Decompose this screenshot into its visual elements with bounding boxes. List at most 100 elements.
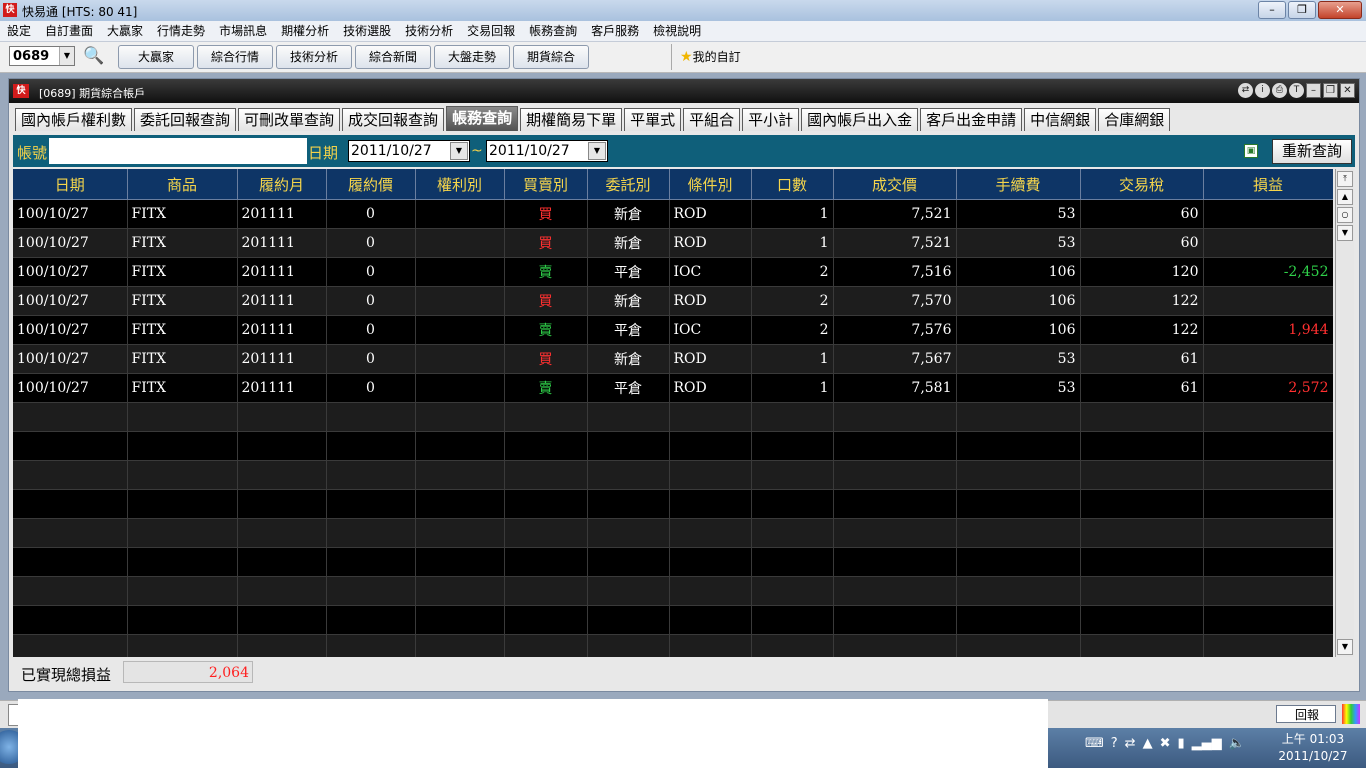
tray-expand-icon[interactable]: ▲ <box>1143 736 1153 751</box>
toolbar-button-big-winner[interactable]: 大贏家 <box>118 45 194 69</box>
scroll-up-icon[interactable]: ▲ <box>1337 189 1353 205</box>
link-icon[interactable]: ⇄ <box>1238 83 1253 98</box>
palette-icon[interactable] <box>1342 704 1360 724</box>
menu-trade-reports[interactable]: 交易回報 <box>460 21 522 41</box>
empty-table-row[interactable] <box>13 402 1333 432</box>
empty-table-row[interactable] <box>13 605 1333 635</box>
table-row[interactable]: 100/10/27 FITX 201111 0 賣平倉 IOC 2 7,516 106 120 -2… <box>13 257 1333 287</box>
scroll-top-icon[interactable]: ⤒ <box>1337 171 1353 187</box>
account-input[interactable] <box>49 138 307 164</box>
col-contract-month[interactable]: 履約月 <box>237 169 327 200</box>
empty-table-row[interactable] <box>13 460 1333 490</box>
menu-help[interactable]: 檢視說明 <box>646 21 708 41</box>
date-from-select[interactable]: 2011/10/27 ▼ <box>348 140 470 162</box>
chevron-down-icon[interactable]: ▼ <box>450 142 468 160</box>
tab-order-report[interactable]: 委託回報查詢 <box>134 108 237 131</box>
toolbar-button-futures[interactable]: 期貨綜合 <box>513 45 589 69</box>
chevron-down-icon[interactable]: ▼ <box>588 142 606 160</box>
toolbar-button-quotes[interactable]: 綜合行情 <box>197 45 273 69</box>
table-row[interactable]: 100/10/27 FITX 201111 0 賣平倉 ROD 1 7,581 53 61 2,57… <box>13 373 1333 403</box>
tab-close-combo[interactable]: 平組合 <box>683 108 741 131</box>
ime-icon[interactable]: ⇄ <box>1125 736 1136 751</box>
empty-table-row[interactable] <box>13 547 1333 577</box>
volume-icon[interactable]: 🔈 <box>1229 736 1245 751</box>
toolbar-button-market-trend[interactable]: 大盤走勢 <box>434 45 510 69</box>
col-pnl[interactable]: 損益 <box>1203 169 1333 200</box>
col-fee[interactable]: 手續費 <box>956 169 1081 200</box>
taskbar-clock[interactable]: 上午 01:03 2011/10/27 <box>1268 731 1358 765</box>
cell-fee <box>956 605 1081 635</box>
col-strike[interactable]: 履約價 <box>326 169 416 200</box>
help-icon[interactable]: ? <box>1111 736 1118 751</box>
menu-market-news[interactable]: 市場訊息 <box>212 21 274 41</box>
chevron-down-icon[interactable]: ▼ <box>59 47 74 65</box>
export-excel-icon[interactable]: ▣ <box>1244 144 1258 158</box>
favorites-link[interactable]: ★我的自訂 <box>680 48 741 65</box>
col-date[interactable]: 日期 <box>13 169 128 200</box>
info-icon[interactable]: i <box>1255 83 1270 98</box>
print-icon[interactable]: ⎙ <box>1272 83 1287 98</box>
tab-domestic-equity[interactable]: 國內帳戶權利數 <box>15 108 133 131</box>
tab-tcb-netbank[interactable]: 合庫網銀 <box>1098 108 1171 131</box>
table-row[interactable]: 100/10/27 FITX 201111 0 買新倉 ROD 1 7,521 53 60 <box>13 228 1333 258</box>
toolbar-button-technical[interactable]: 技術分析 <box>276 45 352 69</box>
empty-table-row[interactable] <box>13 489 1333 519</box>
menu-custom-screen[interactable]: 自訂畫面 <box>38 21 100 41</box>
table-row[interactable]: 100/10/27 FITX 201111 0 買新倉 ROD 1 7,521 53 60 <box>13 199 1333 229</box>
returns-button[interactable]: 回報 <box>1276 705 1336 723</box>
table-row[interactable]: 100/10/27 FITX 201111 0 買新倉 ROD 1 7,567 53 61 <box>13 344 1333 374</box>
col-product[interactable]: 商品 <box>127 169 238 200</box>
menu-options-analysis[interactable]: 期權分析 <box>274 21 336 41</box>
network-error-icon[interactable]: ✖ <box>1160 736 1171 751</box>
menu-technical-analysis[interactable]: 技術分析 <box>398 21 460 41</box>
inner-minimize-button[interactable]: – <box>1306 83 1321 98</box>
col-order-type[interactable]: 委託別 <box>587 169 670 200</box>
menu-settings[interactable]: 設定 <box>0 21 38 41</box>
menu-big-winner[interactable]: 大贏家 <box>100 21 150 41</box>
tab-withdraw-request[interactable]: 客戶出金申請 <box>920 108 1023 131</box>
col-fill-price[interactable]: 成交價 <box>833 169 957 200</box>
requery-button[interactable]: 重新查詢 <box>1272 139 1352 164</box>
menu-customer-service[interactable]: 客戶服務 <box>584 21 646 41</box>
table-row[interactable]: 100/10/27 FITX 201111 0 賣平倉 IOC 2 7,576 106 122 1,… <box>13 315 1333 345</box>
inner-close-button[interactable]: ✕ <box>1340 83 1355 98</box>
menu-stock-screening[interactable]: 技術選股 <box>336 21 398 41</box>
empty-table-row[interactable] <box>13 518 1333 548</box>
empty-table-row[interactable] <box>13 431 1333 461</box>
scroll-thumb-icon[interactable]: ○ <box>1337 207 1353 223</box>
tab-account-query[interactable]: 帳務查詢 <box>446 106 519 131</box>
menu-account-query[interactable]: 帳務查詢 <box>522 21 584 41</box>
tab-deposit-withdraw[interactable]: 國內帳戶出入金 <box>801 108 919 131</box>
inner-restore-button[interactable]: ❐ <box>1323 83 1338 98</box>
menu-quotes[interactable]: 行情走勢 <box>150 21 212 41</box>
table-row[interactable]: 100/10/27 FITX 201111 0 買新倉 ROD 2 7,570 106 122 <box>13 286 1333 316</box>
col-tax[interactable]: 交易稅 <box>1080 169 1204 200</box>
function-code-select[interactable]: 0689 ▼ <box>9 46 75 66</box>
cell-condition: IOC <box>669 257 752 287</box>
close-button[interactable]: ✕ <box>1318 1 1362 19</box>
grid-scrollbar[interactable]: ⤒ ▲ ○ ▼ ▼ <box>1335 169 1354 657</box>
tab-ctbc-netbank[interactable]: 中信網銀 <box>1024 108 1097 131</box>
empty-table-row[interactable] <box>13 576 1333 606</box>
scroll-bottom-icon[interactable]: ▼ <box>1337 639 1353 655</box>
tab-simple-order[interactable]: 期權簡易下單 <box>520 108 623 131</box>
signal-icon[interactable]: ▂▄▆ <box>1192 736 1222 751</box>
search-icon[interactable]: 🔍 <box>83 45 105 67</box>
text-icon[interactable]: T <box>1289 83 1304 98</box>
col-quantity[interactable]: 口數 <box>751 169 834 200</box>
date-to-select[interactable]: 2011/10/27 ▼ <box>486 140 608 162</box>
tab-fill-report[interactable]: 成交回報查詢 <box>342 108 445 131</box>
tab-cancel-modify[interactable]: 可刪改單查詢 <box>238 108 341 131</box>
tab-close-single[interactable]: 平單式 <box>624 108 682 131</box>
col-option-type[interactable]: 權利別 <box>415 169 505 200</box>
col-condition[interactable]: 條件別 <box>669 169 752 200</box>
maximize-button[interactable]: ❐ <box>1288 1 1316 19</box>
keyboard-icon[interactable]: ⌨ <box>1085 736 1104 751</box>
toolbar-button-news[interactable]: 綜合新聞 <box>355 45 431 69</box>
col-side[interactable]: 買賣別 <box>504 169 588 200</box>
empty-table-row[interactable] <box>13 634 1333 657</box>
tab-close-subtotal[interactable]: 平小計 <box>742 108 800 131</box>
scroll-down-icon[interactable]: ▼ <box>1337 225 1353 241</box>
power-icon[interactable]: ▮ <box>1177 736 1184 751</box>
minimize-button[interactable]: – <box>1258 1 1286 19</box>
